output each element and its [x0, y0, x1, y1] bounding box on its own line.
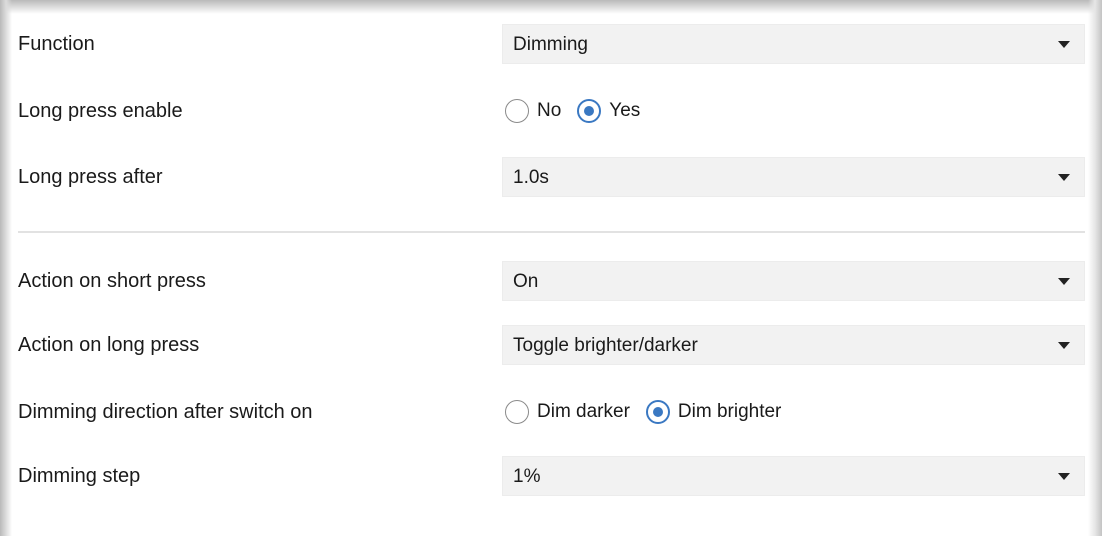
- panel-shadow-top: [0, 0, 1102, 14]
- radio-checked-icon[interactable]: [645, 400, 670, 424]
- function-select-value: Dimming: [513, 34, 588, 55]
- action-short-press-select-value: On: [513, 271, 539, 292]
- long-press-enable-yes-label: Yes: [609, 100, 641, 121]
- action-long-press-select[interactable]: Toggle brighter/darker: [502, 325, 1085, 365]
- long-press-enable-row: Long press enable No Yes: [0, 91, 1102, 131]
- long-press-after-row: Long press after 1.0s: [0, 157, 1102, 197]
- dimming-step-select[interactable]: 1%: [502, 456, 1085, 496]
- panel-shadow-left: [0, 0, 12, 536]
- long-press-enable-no-option[interactable]: No: [505, 99, 561, 123]
- panel-shadow-right: [1088, 0, 1102, 536]
- chevron-down-icon: [1058, 278, 1070, 285]
- dimming-direction-label: Dimming direction after switch on: [18, 401, 313, 423]
- long-press-enable-label: Long press enable: [18, 100, 183, 122]
- settings-form: Function Dimming Long press enable No Ye…: [0, 0, 1102, 536]
- long-press-enable-radio-group: No Yes: [505, 94, 656, 128]
- action-long-press-select-value: Toggle brighter/darker: [513, 335, 698, 356]
- dim-brighter-option[interactable]: Dim brighter: [645, 400, 782, 424]
- chevron-down-icon: [1058, 342, 1070, 349]
- action-long-press-row: Action on long press Toggle brighter/dar…: [0, 325, 1102, 365]
- function-label: Function: [18, 33, 95, 55]
- action-short-press-label: Action on short press: [18, 270, 206, 292]
- dimming-direction-radio-group: Dim darker Dim brighter: [505, 395, 797, 429]
- action-short-press-row: Action on short press On: [0, 261, 1102, 301]
- function-select[interactable]: Dimming: [502, 24, 1085, 64]
- long-press-enable-yes-option[interactable]: Yes: [577, 99, 640, 123]
- radio-unchecked-icon[interactable]: [505, 400, 529, 424]
- dimming-step-row: Dimming step 1%: [0, 456, 1102, 496]
- chevron-down-icon: [1058, 473, 1070, 480]
- dim-brighter-label: Dim brighter: [677, 401, 782, 422]
- function-row: Function Dimming: [0, 24, 1102, 64]
- dimming-step-select-value: 1%: [513, 466, 541, 487]
- radio-checked-icon[interactable]: [577, 99, 602, 123]
- dimming-direction-row: Dimming direction after switch on Dim da…: [0, 392, 1102, 432]
- settings-panel: Function Dimming Long press enable No Ye…: [0, 0, 1102, 536]
- section-divider: [18, 231, 1085, 233]
- long-press-after-select[interactable]: 1.0s: [502, 157, 1085, 197]
- long-press-after-select-value: 1.0s: [513, 167, 549, 188]
- action-long-press-label: Action on long press: [18, 334, 200, 356]
- chevron-down-icon: [1058, 174, 1070, 181]
- dim-darker-label: Dim darker: [537, 401, 630, 422]
- dimming-step-label: Dimming step: [18, 465, 141, 487]
- chevron-down-icon: [1058, 41, 1070, 48]
- long-press-enable-no-label: No: [537, 100, 562, 121]
- action-short-press-select[interactable]: On: [502, 261, 1085, 301]
- dim-darker-option[interactable]: Dim darker: [505, 400, 630, 424]
- long-press-after-label: Long press after: [18, 166, 163, 188]
- radio-unchecked-icon[interactable]: [505, 99, 529, 123]
